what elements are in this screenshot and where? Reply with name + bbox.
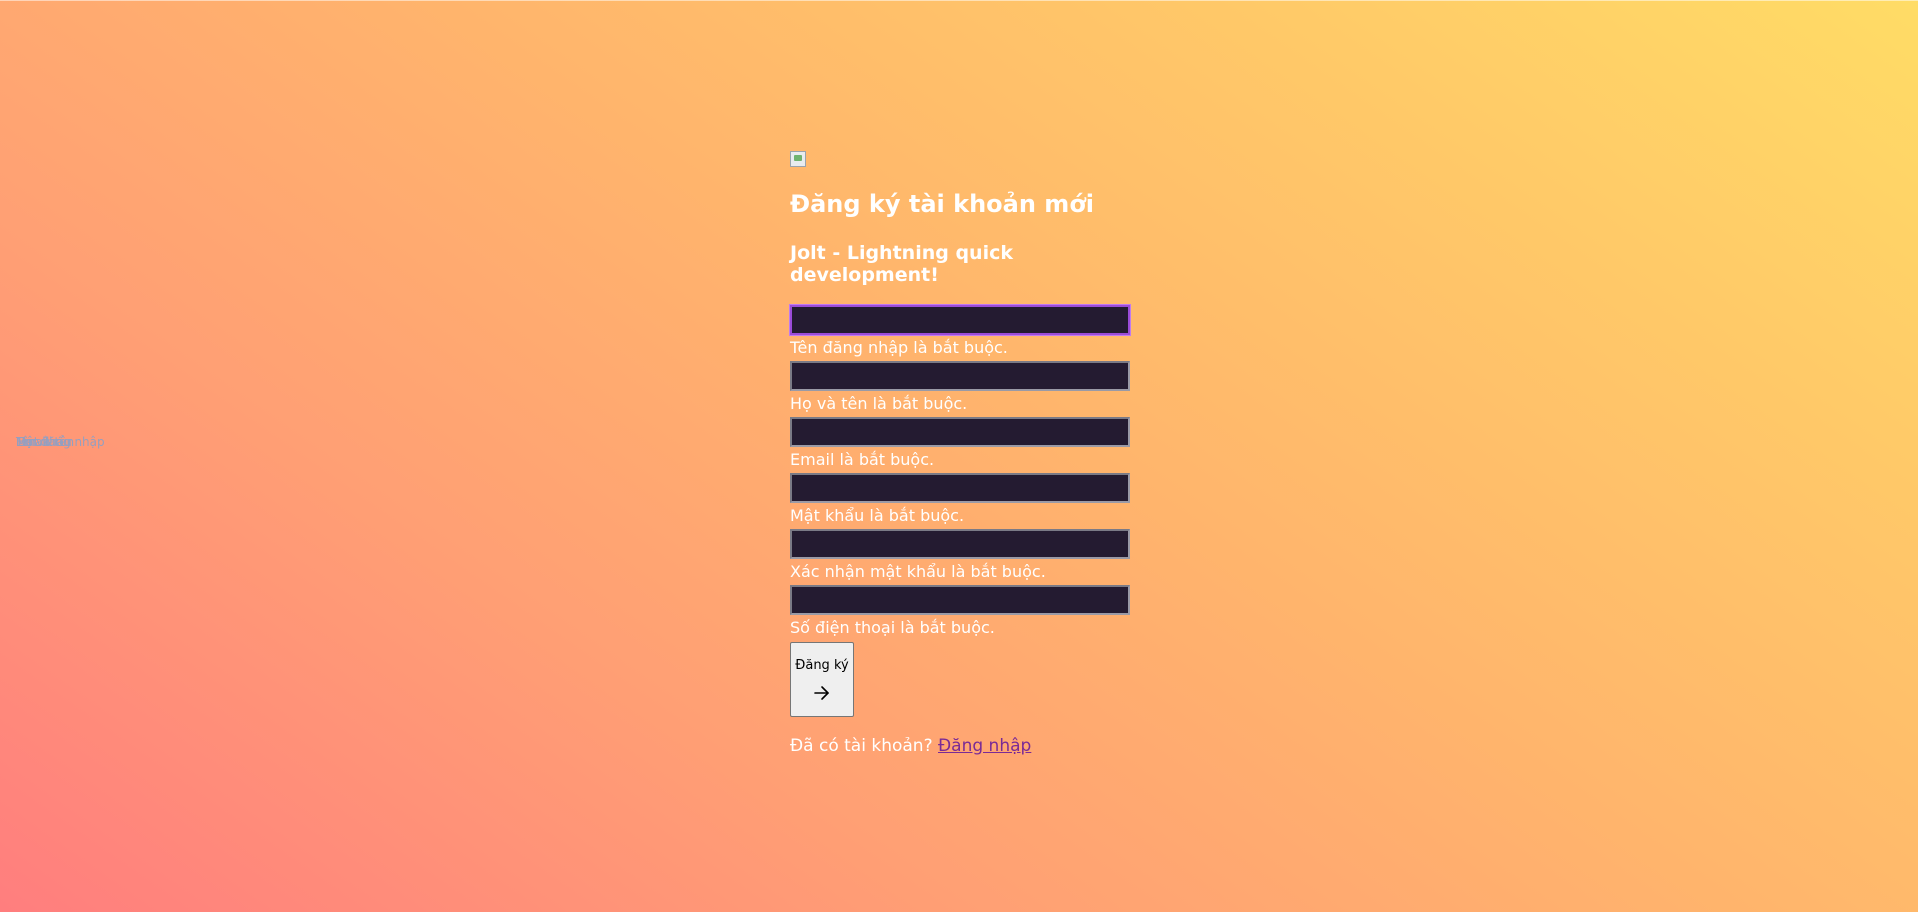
phone-input[interactable] [790, 585, 1130, 615]
login-prompt-text: Đã có tài khoản? [790, 736, 933, 756]
phone-error: Số điện thoại là bắt buộc. [790, 618, 995, 637]
phone-field-group: Số điện thoại là bắt buộc. [790, 585, 1130, 641]
email-error: Email là bắt buộc. [790, 450, 935, 469]
top-border-line [0, 0, 1918, 1]
fullname-input[interactable] [790, 361, 1130, 391]
password-field-group: Mật khẩu là bắt buộc. [790, 473, 1130, 529]
password-error: Mật khẩu là bắt buộc. [790, 506, 965, 525]
login-prompt: Đã có tài khoản? Đăng nhập [790, 735, 1130, 757]
broken-image-icon [790, 151, 806, 167]
register-form: Tên đăng nhập là bắt buộc. Họ và tên là … [790, 305, 1130, 717]
username-input[interactable] [790, 305, 1130, 335]
confirm-password-input[interactable] [790, 529, 1130, 559]
password-input[interactable] [790, 473, 1130, 503]
register-button-label: Đăng ký [795, 658, 849, 673]
arrow-right-icon [814, 686, 829, 700]
username-error: Tên đăng nhập là bắt buộc. [790, 338, 1008, 357]
overlapped-placeholder-text: Tên đăng nhập Họ và tên Email Mật khẩu [16, 435, 136, 449]
confirm-password-error: Xác nhận mật khẩu là bắt buộc. [790, 562, 1046, 581]
register-button[interactable]: Đăng ký [790, 642, 854, 717]
username-field-group: Tên đăng nhập là bắt buộc. [790, 305, 1130, 361]
fullname-field-group: Họ và tên là bắt buộc. [790, 361, 1130, 417]
fullname-error: Họ và tên là bắt buộc. [790, 394, 968, 413]
email-field-group: Email là bắt buộc. [790, 417, 1130, 473]
register-panel: Đăng ký tài khoản mới Jolt - Lightning q… [790, 151, 1130, 757]
confirm-password-field-group: Xác nhận mật khẩu là bắt buộc. [790, 529, 1130, 585]
page-title: Đăng ký tài khoản mới [790, 190, 1095, 218]
page-subtitle: Jolt - Lightning quick development! [790, 242, 1013, 286]
overlapped-placeholder-3: Mật khẩu [16, 435, 72, 449]
email-input[interactable] [790, 417, 1130, 447]
login-link[interactable]: Đăng nhập [938, 736, 1031, 756]
